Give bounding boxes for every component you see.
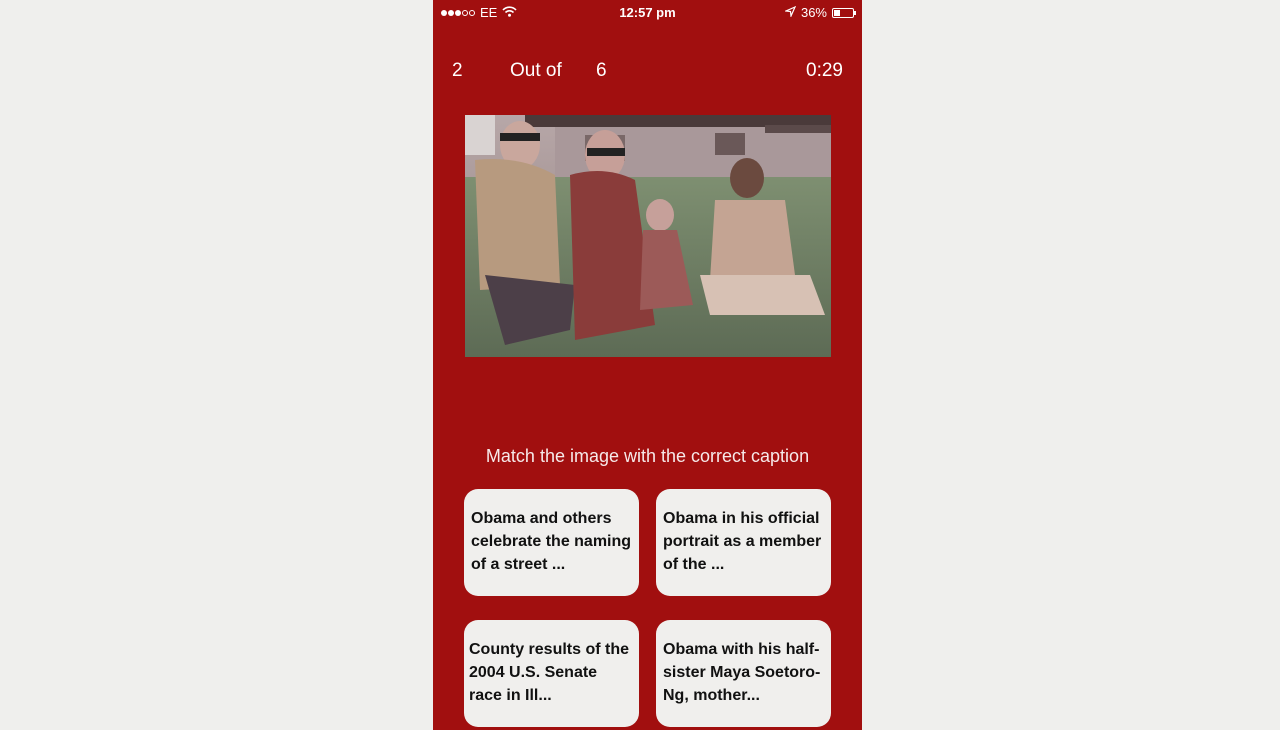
app-screen: EE 12:57 pm 36% 2 Out of 6 0:29 Match th… [433,0,862,730]
battery-icon [832,7,856,18]
question-total: 6 [596,60,607,81]
instruction-text: Match the image with the correct caption [485,446,810,466]
caption-choice-3[interactable]: County results of the 2004 U.S. Senate r… [464,620,639,727]
quiz-header: 2 Out of 6 0:29 [433,60,862,86]
caption-choice-2[interactable]: Obama in his official portrait as a memb… [656,489,831,596]
status-right: 36% [783,5,856,20]
caption-choice-4[interactable]: Obama with his half-sister Maya Soetoro-… [656,620,831,727]
out-of-label: Out of [510,60,562,81]
status-bar: EE 12:57 pm 36% [433,0,862,26]
question-number: 2 [452,60,463,81]
caption-choice-1[interactable]: Obama and others celebrate the naming of… [464,489,639,596]
caption-choice-text: Obama and others celebrate the naming of… [471,510,632,573]
quiz-photo [465,115,831,357]
caption-choice-text: Obama in his official portrait as a memb… [663,510,822,573]
battery-percent: 36% [800,5,827,20]
caption-choice-text: County results of the 2004 U.S. Senate r… [469,641,630,704]
location-arrow-icon [783,5,797,20]
caption-choice-text: Obama with his half-sister Maya Soetoro-… [663,641,821,704]
countdown-timer: 0:29 [806,60,843,81]
